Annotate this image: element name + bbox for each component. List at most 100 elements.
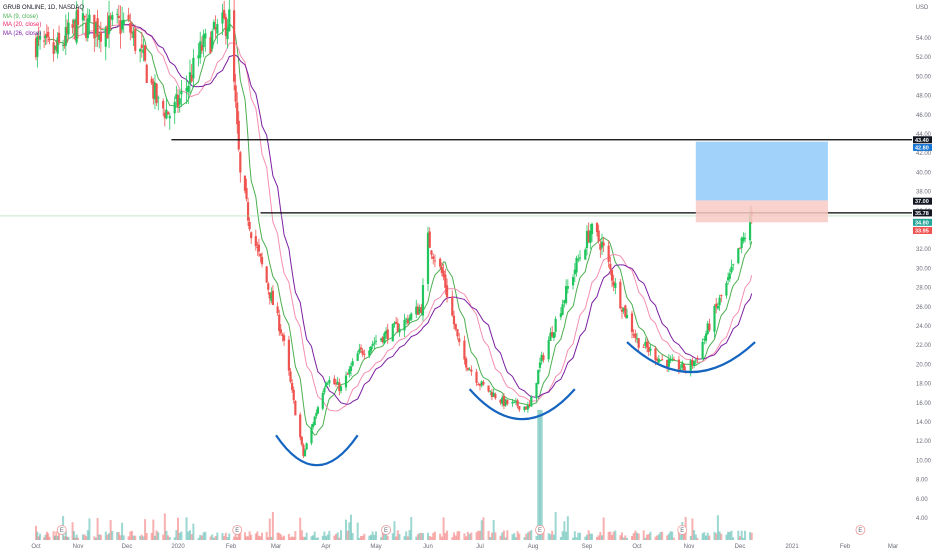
candle-body xyxy=(321,392,324,409)
volume-bar xyxy=(513,533,516,540)
x-tick-label: Dec xyxy=(735,544,746,550)
y-tick-label: 16.00 xyxy=(916,401,932,407)
candle-body xyxy=(561,304,564,315)
candle-body xyxy=(228,9,231,32)
candle-body xyxy=(279,329,282,334)
candle-body xyxy=(246,202,250,221)
volume-bar xyxy=(563,521,566,540)
drawings: EEEEEE xyxy=(0,139,912,535)
y-tick-label: 26.00 xyxy=(916,305,932,311)
volume-bar xyxy=(744,530,747,540)
volume-bar xyxy=(614,530,617,540)
candle-body xyxy=(326,383,329,385)
price-axis: USD54.0052.0050.0048.0046.0044.0042.0040… xyxy=(912,0,932,550)
volume-bar xyxy=(328,530,331,540)
candle-body xyxy=(134,28,137,51)
candle-body xyxy=(143,45,147,61)
candle-body xyxy=(704,333,708,341)
candle-body xyxy=(584,249,587,260)
volume-bar xyxy=(525,533,528,540)
candle-body xyxy=(303,450,307,457)
volume-bar xyxy=(190,534,193,540)
price-chart[interactable]: EEEEEE USD54.0052.0050.0048.0046.0044.00… xyxy=(0,0,932,550)
volume-bar xyxy=(421,533,424,540)
volume-bar xyxy=(540,410,543,540)
candle-body xyxy=(645,341,649,348)
volume-bar xyxy=(180,531,183,540)
ma2-label[interactable]: MA (20, close) xyxy=(3,21,84,30)
ma1-label[interactable]: MA (9, close) xyxy=(3,13,84,22)
volume-bar xyxy=(453,532,455,540)
candle-body xyxy=(373,342,376,344)
volume-bar xyxy=(283,535,286,540)
symbol-line[interactable]: GRUB ONLINE, 1D, NASDAQ xyxy=(3,4,84,13)
candle-body xyxy=(245,188,248,199)
candle-body xyxy=(718,297,721,306)
volume-bar xyxy=(48,536,51,540)
candles xyxy=(34,0,753,458)
candle-body xyxy=(463,340,466,360)
candle-body xyxy=(351,361,354,366)
stop-zone xyxy=(695,200,828,223)
y-tick-label: 54.00 xyxy=(916,36,932,42)
volume-bar xyxy=(430,536,433,540)
price-badge-label: 35.78 xyxy=(915,211,929,217)
candle-body xyxy=(518,406,521,410)
volume-bar xyxy=(494,532,497,540)
candle-body xyxy=(43,40,46,42)
candle-body xyxy=(614,283,617,288)
volume-bar xyxy=(572,537,575,540)
candle-body xyxy=(117,15,120,19)
y-tick-label: 48.00 xyxy=(916,94,932,100)
candle-body xyxy=(713,305,716,332)
x-tick-label: Dec xyxy=(122,544,133,550)
volume-bar xyxy=(465,536,468,540)
candle-body xyxy=(292,389,295,401)
candle-body xyxy=(250,232,253,239)
volume-bar xyxy=(506,530,509,540)
price-badge-label: 34.80 xyxy=(915,220,929,226)
volume-bar xyxy=(442,517,445,540)
candle-body xyxy=(630,313,634,333)
x-tick-label: May xyxy=(370,544,381,550)
volume-bar xyxy=(538,410,541,540)
candle-body xyxy=(278,314,281,331)
candle-body xyxy=(737,248,740,264)
candle-body xyxy=(537,369,540,385)
volume-bar xyxy=(458,531,461,540)
volume-bar xyxy=(477,530,480,540)
ma2-line xyxy=(72,24,753,412)
candle-body xyxy=(282,335,286,341)
x-tick-label: Oct xyxy=(632,544,642,550)
candle-body xyxy=(339,386,343,391)
target-zone xyxy=(695,141,828,201)
volume-bar xyxy=(591,533,593,540)
volume-bar xyxy=(475,532,478,540)
y-tick-label: 18.00 xyxy=(916,382,932,388)
volume-bar xyxy=(204,531,207,540)
x-tick-label: Aug xyxy=(528,544,539,550)
candle-body xyxy=(289,371,292,382)
volume-bar xyxy=(211,534,214,540)
earnings-marker-label: E xyxy=(858,528,862,534)
cup-curve-1 xyxy=(275,434,359,467)
candle-body xyxy=(661,359,664,361)
y-tick-label: 22.00 xyxy=(916,343,932,349)
volume-bar xyxy=(410,517,413,540)
y-tick-label: 46.00 xyxy=(916,113,932,119)
candle-body xyxy=(708,323,711,331)
candle-body xyxy=(344,375,348,388)
y-tick-label: 28.00 xyxy=(916,286,932,292)
candle-body xyxy=(487,385,490,392)
volume-bar xyxy=(202,532,205,540)
candle-body xyxy=(155,83,158,104)
candle-body xyxy=(99,31,102,42)
volume-bar xyxy=(482,517,485,540)
candle-body xyxy=(432,256,435,259)
volume-bars xyxy=(35,410,753,540)
ma3-label[interactable]: MA (26, close) xyxy=(3,30,84,39)
volume-bar xyxy=(649,531,652,540)
candle-body xyxy=(607,245,610,262)
candle-body xyxy=(267,283,270,290)
candle-body xyxy=(300,436,303,445)
